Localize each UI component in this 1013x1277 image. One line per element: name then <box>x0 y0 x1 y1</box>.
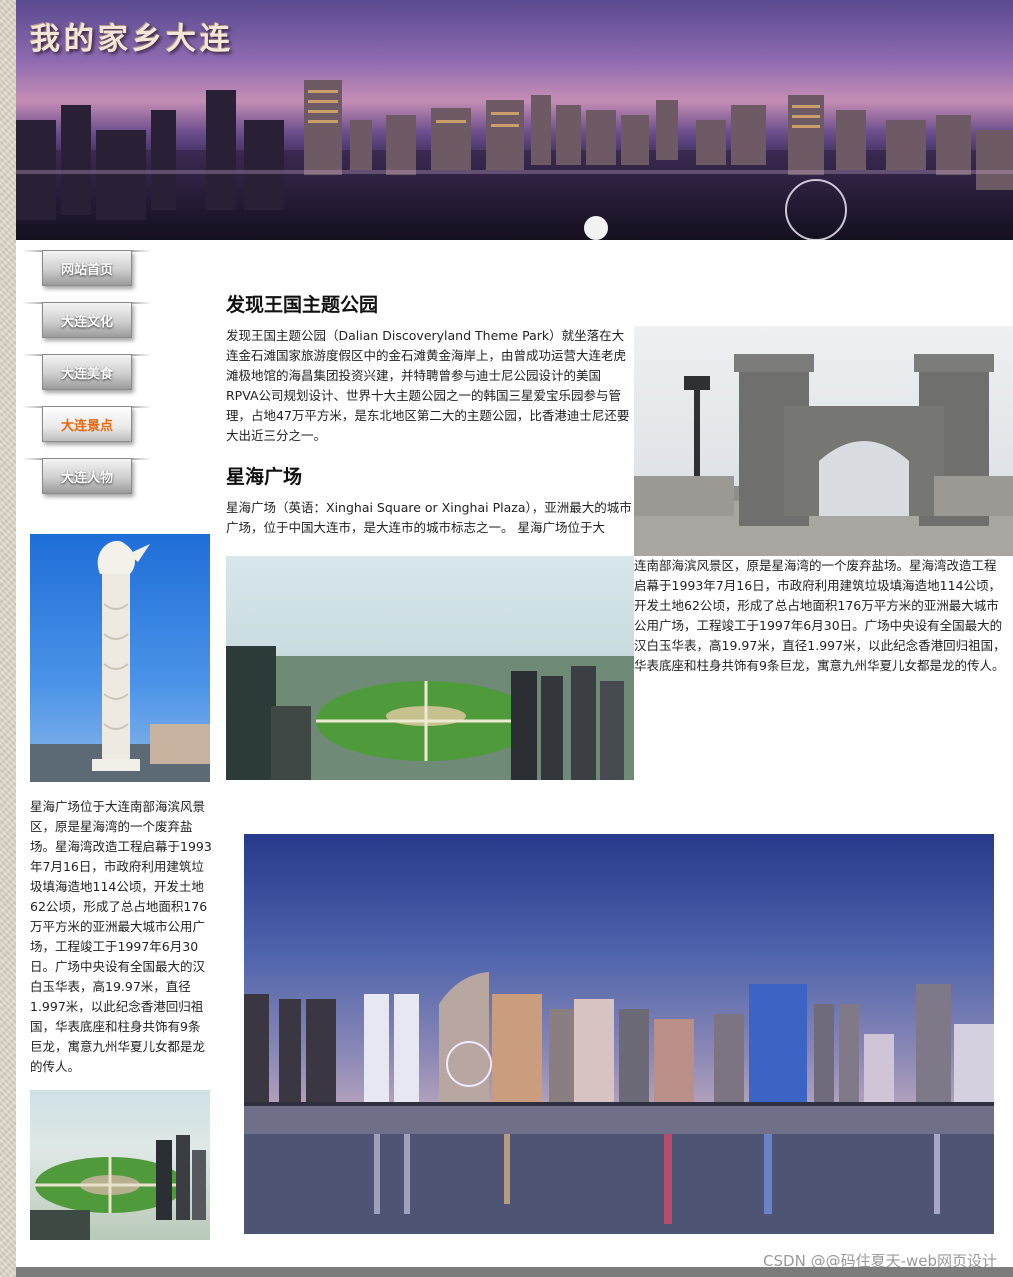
xinghai-description-part2: 连南部海滨风景区，原是星海湾的一个废弃盐场。星海湾改造工程启幕于1993年7月1… <box>634 558 1006 673</box>
discoveryland-description: 发现王国主题公园（Dalian Discoveryland Theme Park… <box>226 328 630 443</box>
page: 我的家乡大连 网站首页 大连文化 大连美食 大连景点 大连人物 星海广场位于大连… <box>16 0 1013 1270</box>
sidebar-description: 星海广场位于大连南部海滨风景区，原是星海湾的一个废弃盐场。星海湾改造工程启幕于1… <box>30 799 212 1074</box>
nav-item-home[interactable]: 网站首页 <box>22 248 152 290</box>
banner-title: 我的家乡大连 <box>30 22 234 57</box>
bottom-bar <box>16 1267 1013 1277</box>
xinghai-description-part1: 星海广场（英语：Xinghai Square or Xinghai Plaza）… <box>226 500 632 535</box>
nav-item-label[interactable]: 大连景点 <box>42 406 132 442</box>
nav-item-label[interactable]: 网站首页 <box>42 250 132 286</box>
nav-item-culture[interactable]: 大连文化 <box>22 300 152 342</box>
xinghai-aerial-image <box>226 556 634 780</box>
monument-image <box>30 534 210 782</box>
square-aerial-thumbnail <box>30 1090 210 1240</box>
nav-item-label[interactable]: 大连文化 <box>42 302 132 338</box>
section-title-xinghai: 星海广场 <box>226 466 303 488</box>
header-banner: 我的家乡大连 <box>16 0 1013 240</box>
section-title-discoveryland: 发现王国主题公园 <box>226 294 379 316</box>
side-navigation: 网站首页 大连文化 大连美食 大连景点 大连人物 <box>22 248 152 508</box>
nav-item-people[interactable]: 大连人物 <box>22 456 152 498</box>
nav-item-label[interactable]: 大连人物 <box>42 458 132 494</box>
nav-item-label[interactable]: 大连美食 <box>42 354 132 390</box>
night-skyline-image <box>244 834 994 1234</box>
nav-item-attractions[interactable]: 大连景点 <box>22 404 152 446</box>
castle-gate-image <box>634 326 1013 556</box>
nav-item-food[interactable]: 大连美食 <box>22 352 152 394</box>
